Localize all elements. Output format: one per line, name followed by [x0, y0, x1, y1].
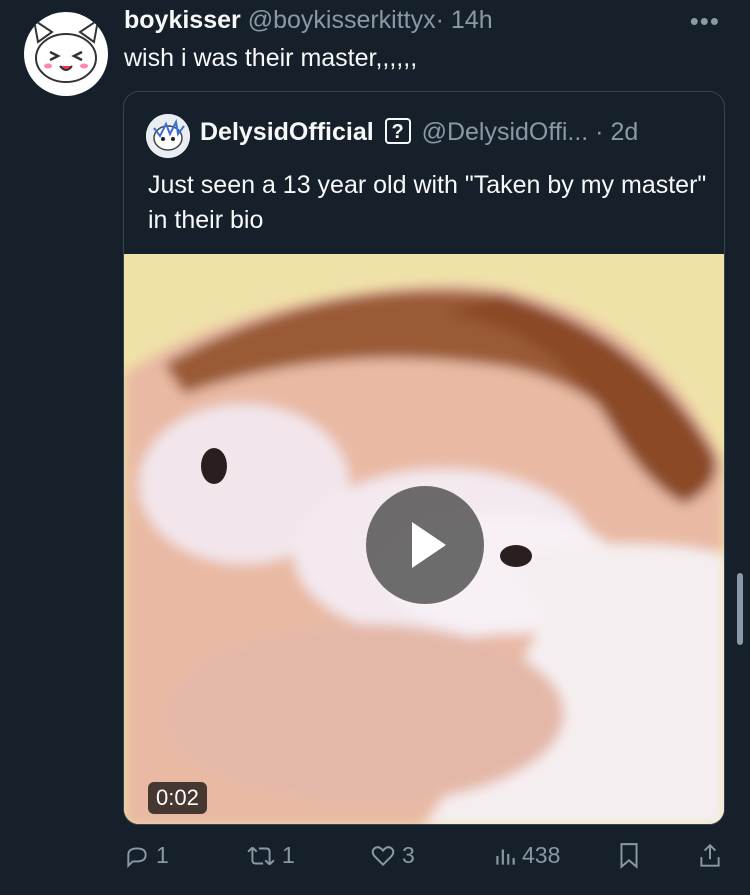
quoted-author-handle[interactable]: @DelysidOffi...: [422, 118, 589, 146]
quoted-tweet-time: 2d: [610, 118, 639, 146]
unknown-badge-icon: ?: [384, 118, 411, 144]
tweet-text: wish i was their master,,,,,,: [124, 44, 418, 72]
quoted-author-name[interactable]: DelysidOfficial: [200, 118, 374, 146]
retweet-button[interactable]: 1: [246, 842, 295, 869]
video-thumbnail[interactable]: 0:02: [124, 254, 724, 824]
quoted-tweet[interactable]: DelysidOfficial ? @DelysidOffi... · 2d J…: [123, 91, 725, 825]
quoted-header: DelysidOfficial ? @DelysidOffi... · 2d: [200, 118, 638, 147]
quoted-author-avatar: [146, 114, 190, 158]
like-button[interactable]: 3: [370, 842, 415, 869]
reply-icon: [127, 846, 147, 868]
tweet-header: boykisser @boykisserkittyx· 14h: [124, 6, 493, 35]
like-count: 3: [402, 842, 415, 868]
views-count: 438: [522, 842, 561, 868]
more-horizontal-icon[interactable]: •••: [690, 6, 720, 37]
author-name[interactable]: boykisser: [124, 6, 241, 34]
views-icon: [496, 849, 515, 865]
tweet-time[interactable]: 14h: [451, 6, 493, 34]
bookmark-icon: [620, 843, 638, 869]
reply-button[interactable]: 1: [124, 842, 169, 869]
reply-count: 1: [156, 842, 169, 868]
video-duration: 0:02: [148, 782, 207, 814]
tweet-actions: 1 1 3 438: [0, 838, 750, 882]
scrollbar[interactable]: [737, 573, 743, 645]
share-button[interactable]: [698, 842, 722, 870]
retweet-count: 1: [282, 842, 295, 868]
retweet-icon: [247, 846, 275, 865]
author-handle[interactable]: @boykisserkittyx: [248, 6, 436, 34]
heart-icon: [371, 845, 395, 866]
share-icon: [700, 843, 720, 867]
bookmark-button[interactable]: [618, 842, 640, 870]
quoted-tweet-text: Just seen a 13 year old with "Taken by m…: [148, 171, 707, 234]
separator: ·: [595, 118, 604, 146]
play-button[interactable]: [366, 486, 484, 604]
author-avatar[interactable]: [24, 12, 108, 96]
views-button[interactable]: 438: [494, 842, 560, 869]
separator: ·: [435, 6, 444, 34]
